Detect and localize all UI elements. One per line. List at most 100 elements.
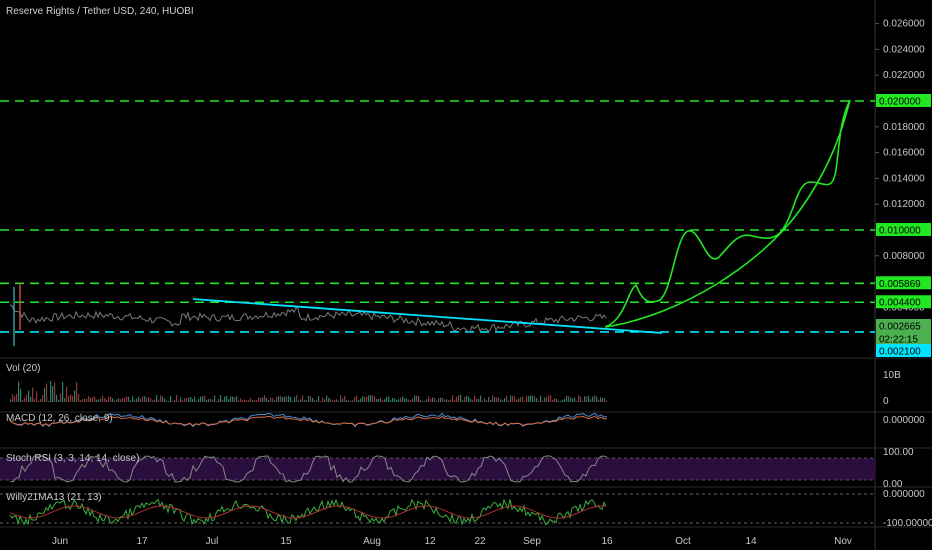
volume-bar [426,399,428,402]
volume-bar [518,398,520,402]
price-tick-label: 0.018000 [883,122,925,133]
volume-bar [500,399,502,402]
volume-bar [322,397,324,402]
volume-bar [558,400,560,402]
volume-bar [510,395,512,402]
volume-bar [124,397,126,402]
volume-bar [350,400,352,402]
volume-bar [534,396,536,402]
price-label-text: 02:22:15 [879,335,918,346]
volume-bar [466,395,468,402]
price-label: 0.002100 [876,344,931,358]
volume-bar [40,399,42,402]
volume-bar [116,399,118,402]
volume-bar [502,400,504,402]
volume-bar [132,396,134,402]
volume-bar [230,396,232,402]
volume-bar [514,396,516,402]
volume-bar [504,398,506,402]
volume-bar [370,395,372,402]
volume-bar [600,397,602,402]
volume-bar [96,399,98,402]
volume-bar [196,400,198,402]
macd-tick-label: 0.000000 [883,415,925,426]
volume-bar [436,400,438,402]
volume-bar [30,396,32,402]
price-tick-label: 0.012000 [883,199,925,210]
volume-bar [264,395,266,402]
volume-bar [178,400,180,402]
volume-bar [146,397,148,402]
volume-bar [428,396,430,402]
volume-bar [444,399,446,402]
volume-bar [102,395,104,402]
volume-bar [274,400,276,402]
volume-bar [480,395,482,402]
volume-bar [228,399,230,402]
volume-bar [536,397,538,402]
volume-bar [402,396,404,402]
volume-bar [538,400,540,402]
volume-bar [522,396,524,402]
volume-bar [180,397,182,402]
volume-bar [418,396,420,402]
volume-bar [294,397,296,402]
volume-bar [408,399,410,402]
volume-bar [454,399,456,402]
volume-bar [86,398,88,402]
volume-bar [472,399,474,402]
volume-bar [170,395,172,402]
time-tick-label: Jun [52,536,68,547]
volume-bar [300,399,302,402]
vol-tick-label: 0 [883,396,889,407]
volume-bar [596,396,598,402]
volume-bar [44,387,46,402]
volume-bar [266,397,268,402]
volume-bar [434,398,436,402]
volume-bar [162,396,164,402]
volume-bar [120,399,122,402]
volume-bar [572,398,574,402]
volume-bar [488,397,490,402]
time-tick-label: 14 [745,536,757,547]
volume-bar [366,396,368,402]
volume-bar [478,399,480,402]
volume-bar [352,400,354,402]
volume-bar [602,397,604,402]
volume-bar [348,400,350,402]
volume-bar [362,396,364,402]
volume-bar [232,396,234,402]
chart-canvas[interactable]: 0.026000 0.024000 0.022000 0.020000 0.018000… [0,0,932,550]
volume-bar [494,397,496,402]
volume-bar [212,399,214,402]
volume-bar [74,390,76,402]
volume-bar [482,400,484,402]
volume-bar [598,399,600,402]
volume-bar [546,397,548,402]
volume-bar [398,399,400,402]
volume-bar [188,397,190,402]
volume-bar [182,400,184,402]
macd-pane-title: MACD (12, 26, close, 9) [6,413,113,424]
volume-bar [604,398,606,402]
volume-bar [336,399,338,402]
volume-bar [164,398,166,402]
stoch-pane-title: Stoch RSI (3, 3, 14, 14, close) [6,453,139,464]
volume-bar [26,394,28,402]
volume-bar [152,400,154,402]
volume-bar [298,400,300,402]
volume-bar [320,400,322,402]
volume-bar [382,400,384,402]
volume-bar [142,396,144,402]
volume-bar [416,395,418,402]
volume-bar [490,399,492,402]
price-label-text: 0.020000 [879,97,921,108]
time-tick-label: Nov [834,536,852,547]
price-label-text: 0.010000 [879,226,921,237]
volume-bar [400,397,402,402]
volume-bar [354,397,356,402]
volume-bar [238,400,240,402]
volume-bar [386,396,388,402]
vol-tick-label: 10B [883,370,901,381]
volume-bar [248,399,250,402]
